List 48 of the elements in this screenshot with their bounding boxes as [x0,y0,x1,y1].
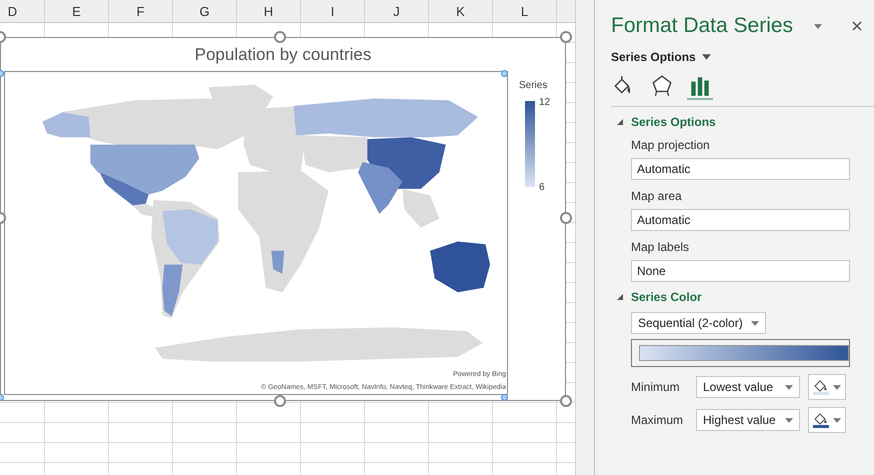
stop-label: Maximum [631,413,684,427]
caret-icon [833,384,841,390]
dropdown-field[interactable]: Automatic [631,209,850,231]
caret-icon [702,54,711,60]
close-icon[interactable] [852,21,862,31]
section-title[interactable]: Series Color [631,290,702,304]
column-header[interactable]: L [493,0,557,22]
options-menu[interactable]: Series Options [611,50,711,64]
dropdown-arrow-icon[interactable] [814,24,822,28]
scrollbar[interactable] [575,0,595,475]
section-title[interactable]: Series Options [631,115,716,129]
stop-label: Minimum [631,380,681,394]
legend-max-label: 12 [539,97,550,108]
caret-icon [750,320,759,326]
column-header[interactable]: J [365,0,429,22]
resize-handle[interactable] [560,395,572,407]
paint-bucket-icon [813,380,829,392]
collapse-triangle-icon[interactable] [617,119,623,125]
dropdown-field[interactable]: Automatic [631,158,850,180]
caret-icon [785,418,793,422]
column-header[interactable]: D [0,0,45,22]
pane-title: Format Data Series [611,14,794,38]
paint-bucket-icon [813,412,829,424]
field-label: Map area [631,189,683,203]
resize-handle[interactable] [274,31,286,43]
column-header[interactable]: E [45,0,109,22]
column-header[interactable]: K [429,0,493,22]
legend-min-label: 6 [539,182,546,193]
value-dropdown[interactable]: Lowest value [696,376,800,398]
color-scheme-dropdown[interactable]: Sequential (2-color) [631,312,766,334]
resize-handle[interactable] [560,212,572,224]
collapse-triangle-icon[interactable] [617,294,623,300]
legend-title: Series [519,80,548,91]
field-label: Map projection [631,138,711,152]
field-label: Map labels [631,240,690,254]
fill-color-button[interactable] [808,407,846,433]
column-header[interactable]: I [301,0,365,22]
value-dropdown[interactable]: Highest value [696,409,800,431]
fill-color-button[interactable] [808,374,846,400]
resize-handle[interactable] [560,31,572,43]
caret-icon [833,418,841,422]
column-header[interactable]: H [237,0,301,22]
dropdown-field[interactable]: None [631,260,850,282]
column-header[interactable]: F [109,0,173,22]
caret-icon [785,384,793,390]
chart-title: Population by countries [194,45,372,65]
column-header[interactable]: G [173,0,237,22]
resize-handle[interactable] [274,395,286,407]
